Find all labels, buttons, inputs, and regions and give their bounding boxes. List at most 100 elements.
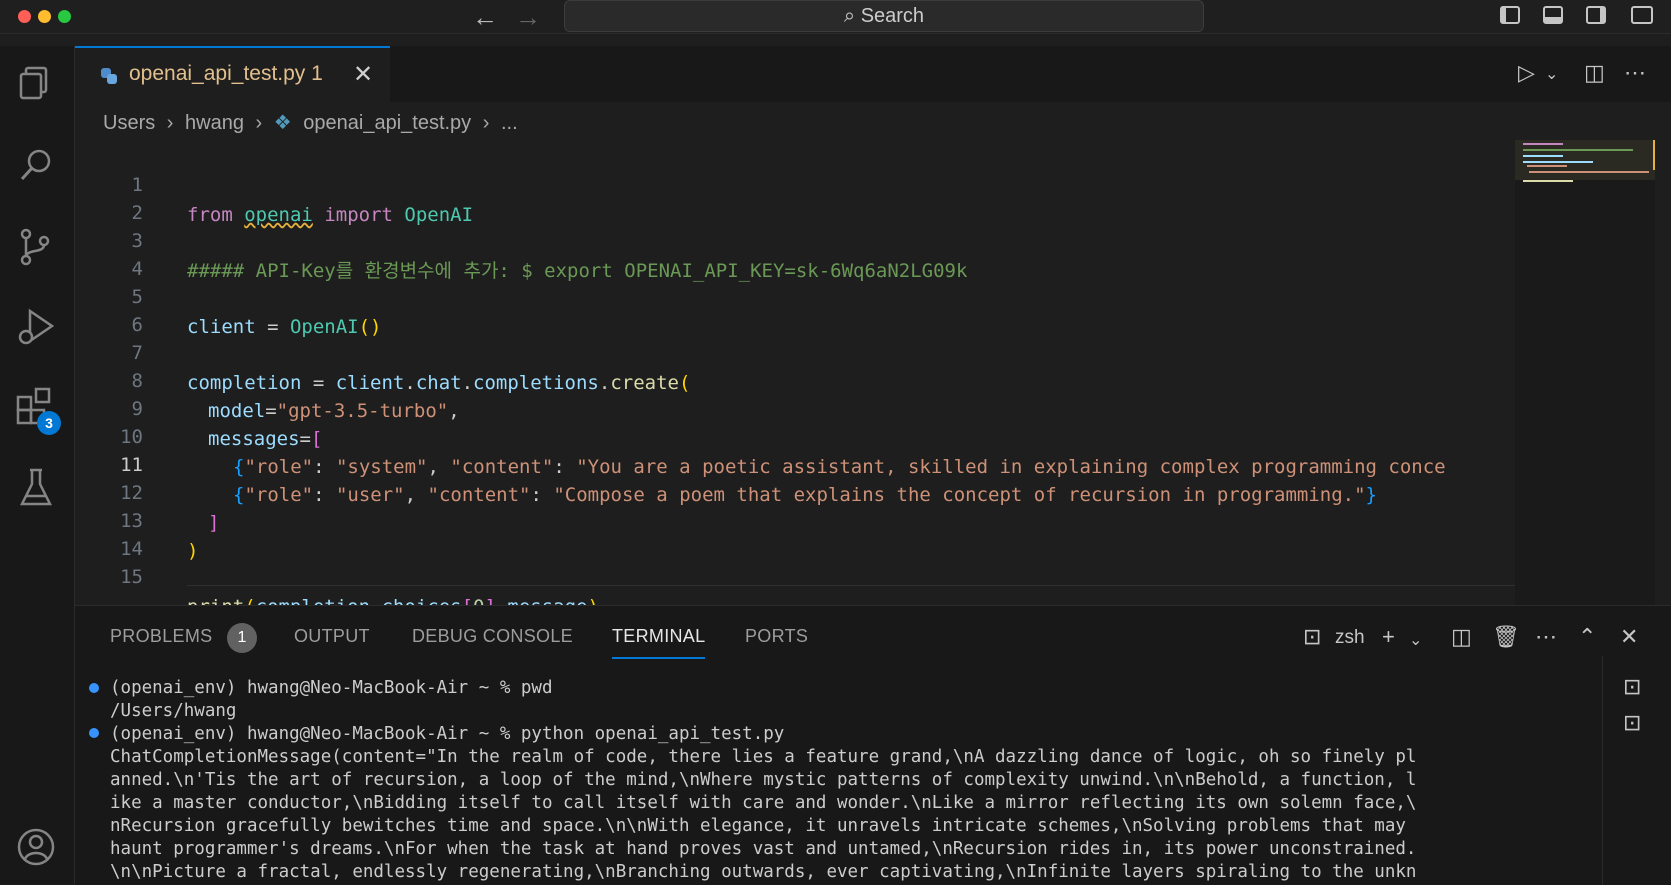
code-token: print [187, 596, 244, 605]
code-token: message [507, 596, 587, 605]
terminal-instance-icon[interactable]: ⊡ [1623, 710, 1641, 736]
code-line: 3 ##### API-Key를 환경변수에 추가: $ export OPEN… [75, 196, 1515, 282]
code-line: 7 completion = client.chat.completions.c… [75, 308, 1515, 394]
breadcrumb-hwang[interactable]: hwang [185, 112, 244, 134]
close-icon[interactable]: ✕ [353, 60, 373, 89]
more-actions-icon[interactable]: ⋯ [1535, 624, 1557, 650]
maximize-window-button[interactable] [58, 10, 71, 23]
bottom-panel: PROBLEMS 1 OUTPUT DEBUG CONSOLE TERMINAL… [75, 605, 1671, 885]
code-line: 13 ) [75, 476, 1515, 562]
code-line: 4 [75, 224, 1515, 280]
code-token: ] [484, 596, 495, 605]
code-line: 14 [75, 504, 1515, 560]
search-sidebar-icon[interactable] [14, 143, 58, 187]
problems-count-badge: 1 [227, 623, 257, 653]
minimize-window-button[interactable] [38, 10, 51, 23]
terminal-instance-icon[interactable]: ⊡ [1623, 674, 1641, 700]
command-decoration-icon [89, 728, 99, 738]
editor-tab-bar: openai_api_test.py 1 ✕ [75, 46, 1671, 102]
command-decoration-icon [89, 683, 99, 693]
run-python-file-icon[interactable]: ▷ [1518, 60, 1535, 86]
code-line: 12 ] [75, 448, 1515, 534]
code-token: . [370, 596, 381, 605]
toggle-panel-icon[interactable] [1543, 6, 1563, 24]
code-line: 9 messages=[ [75, 364, 1515, 450]
forward-arrow-icon[interactable]: → [515, 2, 541, 33]
tab-openai-api-test[interactable]: openai_api_test.py 1 ✕ [75, 46, 390, 102]
code-token: choices [382, 596, 462, 605]
terminal-line: ChatCompletionMessage(content="In the re… [110, 747, 1417, 767]
customize-layout-icon[interactable] [1631, 6, 1653, 24]
python-file-icon [101, 68, 117, 84]
code-line: 10 {"role": "system", "content": "You ar… [75, 392, 1515, 478]
terminal-list: ⊡ ⊡ [1602, 656, 1671, 885]
testing-icon[interactable] [14, 466, 58, 510]
chevron-down-icon[interactable]: ⌄ [1409, 630, 1422, 650]
source-control-icon[interactable] [14, 225, 58, 269]
toggle-primary-sidebar-icon[interactable] [1500, 6, 1520, 24]
toggle-secondary-sidebar-icon[interactable] [1586, 6, 1606, 24]
terminal-line: nRecursion gracefully bewitches time and… [110, 816, 1406, 836]
code-line: 8 model="gpt-3.5-turbo", [75, 336, 1515, 422]
more-actions-icon[interactable]: ⋯ [1624, 60, 1646, 86]
terminal-line: /Users/hwang [110, 701, 237, 721]
terminal-output[interactable]: (openai_env) hwang@Neo-MacBook-Air ~ % p… [75, 676, 1595, 885]
tab-filename: openai_api_test.py [129, 62, 306, 85]
code-token: ( [244, 596, 255, 605]
extensions-badge: 3 [37, 411, 61, 435]
tab-problem-count: 1 [311, 62, 323, 85]
tab-problems[interactable]: PROBLEMS [110, 626, 212, 647]
run-and-debug-icon[interactable] [14, 305, 58, 349]
chevron-right-icon: › [166, 112, 174, 134]
terminal-line: ike a master conductor,\nBidding itself … [110, 793, 1417, 813]
close-window-button[interactable] [18, 10, 31, 23]
tab-ports[interactable]: PORTS [745, 626, 808, 647]
split-editor-icon[interactable]: ◫ [1584, 60, 1605, 86]
breadcrumb: Users › hwang › ❖ openai_api_test.py › .… [103, 110, 524, 135]
terminal-line: haunt programmer's dreams.\nFor when the… [110, 839, 1417, 859]
chevron-right-icon: › [255, 112, 263, 134]
search-label: Search [860, 5, 925, 27]
code-line: 15 print(completion.choices[0].message) [75, 532, 1515, 605]
minimap-preview [1515, 140, 1655, 182]
explorer-icon[interactable] [14, 60, 58, 104]
code-editor[interactable]: 1 from openai import OpenAI 2 3 ##### AP… [75, 140, 1515, 605]
terminal-shell-name[interactable]: zsh [1335, 627, 1365, 649]
code-token: completion [256, 596, 370, 605]
line-number: 15 [120, 566, 143, 588]
code-token: ) [587, 596, 598, 605]
code-line: 1 from openai import OpenAI [75, 140, 1515, 226]
terminal-line: (openai_env) hwang@Neo-MacBook-Air ~ % p… [110, 724, 785, 744]
code-token: 0 [473, 596, 484, 605]
code-line: 11 {"role": "user", "content": "Compose … [75, 420, 1515, 506]
maximize-panel-icon[interactable]: ⌃ [1578, 624, 1596, 650]
terminal-line: (openai_env) hwang@Neo-MacBook-Air ~ % p… [110, 678, 553, 698]
minimap[interactable] [1515, 140, 1655, 605]
terminal-line: \n\nPicture a fractal, endlessly regener… [110, 862, 1417, 882]
terminal-icon: ⊡ [1303, 624, 1322, 649]
tab-output[interactable]: OUTPUT [294, 626, 370, 647]
run-dropdown-icon[interactable]: ⌄ [1545, 64, 1558, 84]
tab-terminal[interactable]: TERMINAL [612, 626, 706, 659]
breadcrumb-file[interactable]: openai_api_test.py [303, 112, 471, 134]
close-panel-icon[interactable]: ✕ [1620, 624, 1638, 650]
python-file-icon: ❖ [273, 112, 292, 134]
code-line: 5 client = OpenAI() [75, 252, 1515, 338]
trash-icon[interactable]: 🗑 [1492, 624, 1520, 650]
chevron-right-icon: › [482, 112, 490, 134]
code-token: [ [462, 596, 473, 605]
code-line: 2 [75, 168, 1515, 224]
code-line: 6 [75, 280, 1515, 336]
accounts-icon[interactable] [14, 825, 58, 869]
back-arrow-icon[interactable]: ← [472, 2, 498, 33]
title-bar: ← → ⌕ Search [0, 0, 1671, 34]
terminal-line: anned.\n'Tis the art of recursion, a loo… [110, 770, 1417, 790]
tab-debug-console[interactable]: DEBUG CONSOLE [412, 626, 573, 647]
breadcrumb-symbol[interactable]: ... [501, 112, 518, 134]
new-terminal-icon[interactable]: + [1382, 624, 1395, 650]
command-center-search[interactable]: ⌕ Search [564, 0, 1204, 32]
breadcrumb-users[interactable]: Users [103, 112, 155, 134]
search-icon: ⌕ [843, 5, 856, 27]
split-terminal-icon[interactable]: ◫ [1451, 624, 1472, 650]
code-token: . [496, 596, 507, 605]
